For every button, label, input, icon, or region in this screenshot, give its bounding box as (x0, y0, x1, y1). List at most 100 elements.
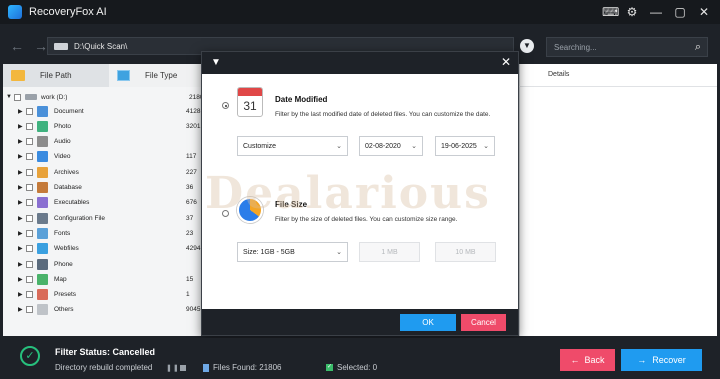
gear-icon[interactable]: ⚙ (626, 5, 638, 19)
checkbox[interactable] (26, 291, 33, 299)
date-modified-desc: Filter by the last modified date of dele… (275, 111, 491, 118)
checkbox[interactable] (26, 138, 33, 146)
tree-item[interactable]: ▶ Photo 3201 (18, 119, 213, 133)
maximize-icon[interactable]: ▢ (674, 5, 686, 19)
size-radio[interactable] (222, 210, 229, 217)
date-radio[interactable] (222, 102, 229, 109)
file-type-icon (37, 105, 48, 117)
expand-icon[interactable]: ▶ (18, 230, 26, 237)
tree-item[interactable]: ▶ Fonts 23 (18, 226, 213, 240)
stop-icon[interactable] (180, 365, 186, 371)
tree-item[interactable]: ▶ Webfiles 4294 (18, 242, 213, 256)
chevron-down-icon: ⌄ (483, 143, 489, 150)
checkbox[interactable] (26, 214, 33, 222)
file-size-title: File Size (275, 200, 308, 209)
checkbox[interactable] (26, 306, 33, 314)
app-title: RecoveryFox AI (29, 6, 107, 18)
tab-file-type[interactable]: File Type (109, 64, 209, 87)
checkbox[interactable] (26, 199, 33, 207)
expand-icon[interactable]: ▶ (18, 276, 26, 283)
drive-icon (54, 42, 68, 50)
expand-icon[interactable]: ▶ (18, 261, 26, 268)
file-type-icon (37, 227, 48, 239)
tree-item-count: 676 (186, 199, 197, 207)
checkbox[interactable] (26, 168, 33, 176)
cancel-button[interactable]: Cancel (461, 314, 506, 331)
tree-item-label: Archives (54, 168, 79, 176)
checkbox[interactable] (26, 107, 33, 115)
checkbox[interactable] (26, 275, 33, 283)
back-button[interactable]: ← Back (560, 349, 615, 371)
expand-icon[interactable]: ▶ (18, 199, 26, 206)
file-type-icon (37, 273, 48, 285)
date-mode-select[interactable]: Customize ⌄ (237, 136, 348, 156)
date-from-select[interactable]: 02-08-2020 ⌄ (359, 136, 423, 156)
date-to-value: 19-06-2025 (441, 142, 477, 150)
tree-item-label: Presets (54, 291, 77, 299)
tree-item-label: Document (54, 107, 84, 115)
search-input[interactable]: Searching... ⌕ (546, 37, 708, 57)
expand-icon[interactable]: ▶ (18, 306, 26, 313)
expand-icon[interactable]: ▶ (18, 108, 26, 115)
close-icon[interactable]: ✕ (698, 5, 710, 19)
checkbox[interactable] (26, 184, 33, 191)
tree-item[interactable]: ▶ Executables 676 (18, 196, 213, 210)
back-arrow-icon[interactable]: ← (10, 38, 24, 54)
size-range-select[interactable]: Size: 1GB - 5GB ⌄ (237, 242, 348, 262)
tree-item[interactable]: ▶ Archives 227 (18, 165, 213, 179)
selected-text: Selected: 0 (337, 363, 378, 372)
expand-icon[interactable]: ▶ (18, 123, 26, 130)
expand-icon[interactable]: ▶ (18, 138, 26, 145)
checkbox-icon: ✓ (326, 364, 333, 371)
close-icon[interactable]: ✕ (501, 55, 511, 69)
checkbox[interactable] (26, 229, 33, 237)
tree-item[interactable]: ▶ Others 9045 (18, 303, 213, 317)
checkbox[interactable] (14, 93, 21, 101)
expand-icon[interactable]: ▶ (18, 291, 26, 298)
checkbox[interactable] (26, 260, 33, 268)
chevron-down-icon: ⌄ (411, 143, 417, 150)
ok-button[interactable]: OK (400, 314, 456, 331)
filter-icon[interactable]: ▼ (520, 39, 534, 53)
tree-root[interactable]: ▼ work (D:) 21806 (6, 90, 216, 104)
forward-arrow-icon[interactable]: → (34, 38, 48, 54)
file-type-icon (37, 212, 48, 224)
expand-icon[interactable]: ▶ (18, 169, 26, 176)
chat-icon[interactable]: ⌨ (602, 5, 619, 19)
tree-item[interactable]: ▶ Video 117 (18, 150, 213, 164)
date-to-select[interactable]: 19-06-2025 ⌄ (435, 136, 495, 156)
recover-button[interactable]: → Recover (621, 349, 702, 371)
file-type-icon (37, 197, 48, 209)
expand-icon[interactable]: ▶ (18, 245, 26, 252)
tree-item[interactable]: ▶ Document 4128 (18, 104, 213, 118)
checkbox[interactable] (26, 153, 33, 161)
file-type-icon (37, 304, 48, 316)
expand-icon[interactable]: ▶ (18, 153, 26, 160)
tree-item-label: Photo (54, 122, 71, 130)
file-type-icon (37, 289, 48, 301)
tree-item[interactable]: ▶ Database 36 (18, 181, 213, 195)
search-icon[interactable]: ⌕ (695, 41, 701, 54)
collapse-icon[interactable]: ▼ (6, 94, 14, 100)
minimize-icon[interactable]: — (650, 5, 662, 19)
tree-item-label: Webfiles (54, 245, 79, 253)
tree-item-count: 227 (186, 168, 197, 176)
expand-icon[interactable]: ▶ (18, 215, 26, 222)
tree-item[interactable]: ▶ Phone (18, 257, 213, 271)
app-logo (8, 5, 22, 19)
expand-icon[interactable]: ▶ (18, 184, 26, 191)
search-placeholder: Searching... (554, 42, 597, 52)
image-icon (117, 70, 130, 81)
tab-file-path[interactable]: File Path (3, 64, 109, 87)
checkbox[interactable] (26, 245, 33, 253)
pause-icon[interactable]: ❚❚ (166, 364, 180, 372)
tree-item[interactable]: ▶ Map 15 (18, 272, 213, 286)
tree-item[interactable]: ▶ Presets 1 (18, 288, 213, 302)
tree-item-label: Executables (54, 199, 90, 207)
checkbox[interactable] (26, 122, 33, 130)
tree-item-label: Configuration File (54, 214, 105, 222)
tree-item[interactable]: ▶ Configuration File 37 (18, 211, 213, 225)
calendar-icon: 31 (237, 87, 263, 117)
tree-item-label: Video (54, 153, 71, 161)
tree-item[interactable]: ▶ Audio (18, 135, 213, 149)
